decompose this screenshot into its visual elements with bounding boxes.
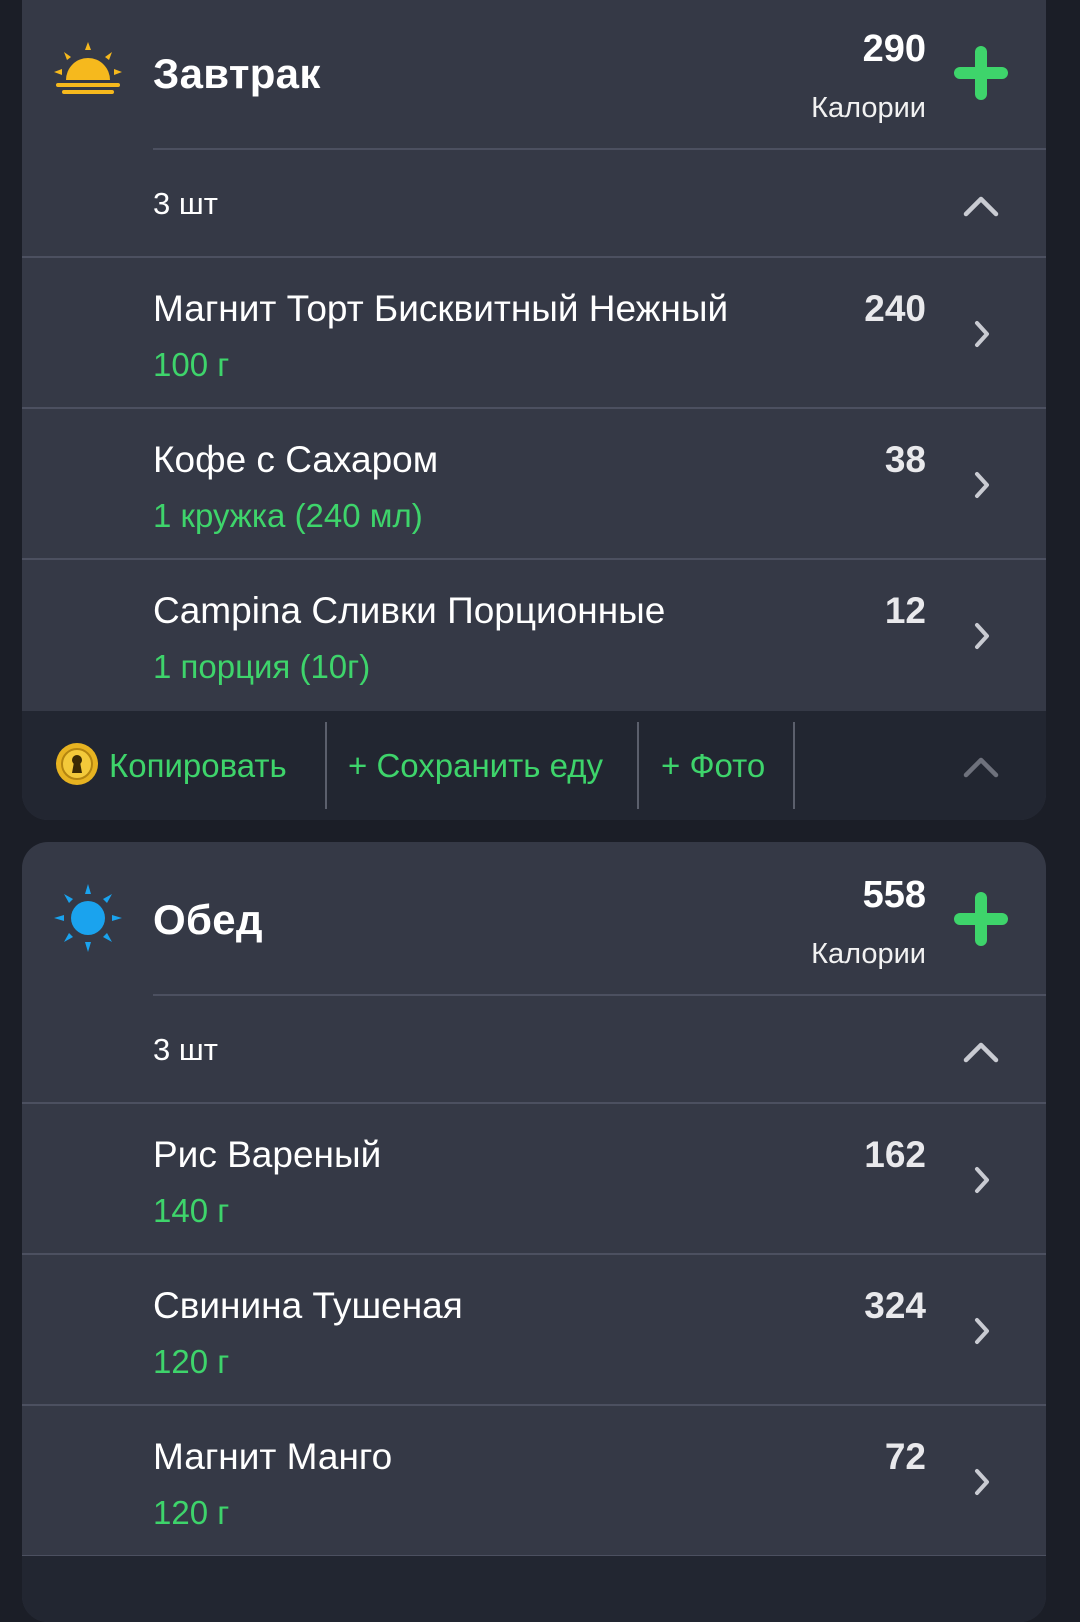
food-name: Магнит Торт Бисквитный Нежный [153,288,729,329]
food-name: Рис Вареный [153,1134,382,1175]
separator [325,722,327,809]
meal-action-bar: Копировать + Сохранить еду + Фото [22,711,1046,820]
chevron-right-icon [975,472,989,498]
add-food-button[interactable] [952,44,1010,102]
food-calories: 12 [884,590,926,631]
meal-title: Завтрак [153,50,321,97]
save-food-button[interactable]: + Сохранить еду [348,747,603,785]
food-calories: 162 [864,1134,926,1175]
meal-card-lunch: Обед 558 Калории 3 шт Рис Вареный 140 г … [22,842,1046,1622]
meal-calories: 558 [862,874,926,916]
meal-calories-label: Калории [811,92,926,124]
items-count: 3 шт [153,1032,218,1067]
meal-title: Обед [153,896,263,943]
meal-card-breakfast: Завтрак 290 Калории 3 шт Магнит Торт Бис… [22,0,1046,820]
food-portion: 140 г [153,1192,230,1229]
food-list: Рис Вареный 140 г 162 Свинина Тушеная 12… [22,1104,1046,1557]
meal-header: Завтрак 290 Калории [22,0,1046,150]
meal-header: Обед 558 Калории [22,842,1046,996]
chevron-up-icon[interactable] [962,194,1000,218]
food-calories: 324 [864,1285,926,1326]
copy-button[interactable]: Копировать [109,747,287,785]
food-calories: 72 [884,1436,926,1477]
food-portion: 1 кружка (240 мл) [153,497,423,534]
food-item[interactable]: Рис Вареный 140 г 162 [22,1104,1046,1255]
items-count-row[interactable]: 3 шт [22,150,1046,258]
chevron-right-icon [975,1167,989,1193]
separator [637,722,639,809]
food-portion: 120 г [153,1494,230,1531]
food-item[interactable]: Свинина Тушеная 120 г 324 [22,1255,1046,1406]
chevron-right-icon [975,623,989,649]
add-food-button[interactable] [952,890,1010,948]
food-name: Campina Сливки Порционные [153,590,666,631]
chevron-right-icon [975,321,989,347]
items-count: 3 шт [153,186,218,221]
food-calories: 38 [884,439,926,480]
food-item[interactable]: Campina Сливки Порционные 1 порция (10г)… [22,560,1046,709]
food-item[interactable]: Магнит Торт Бисквитный Нежный 100 г 240 [22,258,1046,409]
sun-icon [54,884,122,952]
food-portion: 1 порция (10г) [153,648,371,685]
items-count-row[interactable]: 3 шт [22,996,1046,1104]
food-portion: 120 г [153,1343,230,1380]
food-calories: 240 [864,288,926,329]
food-list: Магнит Торт Бисквитный Нежный 100 г 240 … [22,258,1046,709]
food-name: Кофе с Сахаром [153,439,439,480]
food-name: Свинина Тушеная [153,1285,463,1326]
chevron-right-icon [975,1318,989,1344]
meal-calories: 290 [862,28,926,70]
food-name: Магнит Манго [153,1436,393,1477]
keyhole-badge-icon [56,743,98,785]
separator [793,722,795,809]
food-item[interactable]: Кофе с Сахаром 1 кружка (240 мл) 38 [22,409,1046,560]
chevron-up-icon[interactable] [962,755,1000,779]
chevron-right-icon [975,1469,989,1495]
food-portion: 100 г [153,346,230,383]
add-photo-button[interactable]: + Фото [661,747,765,785]
food-item[interactable]: Магнит Манго 120 г 72 [22,1406,1046,1557]
chevron-up-icon[interactable] [962,1040,1000,1064]
meal-action-bar [22,1556,1046,1622]
meal-calories-label: Калории [811,938,926,970]
sunrise-icon [54,42,122,94]
